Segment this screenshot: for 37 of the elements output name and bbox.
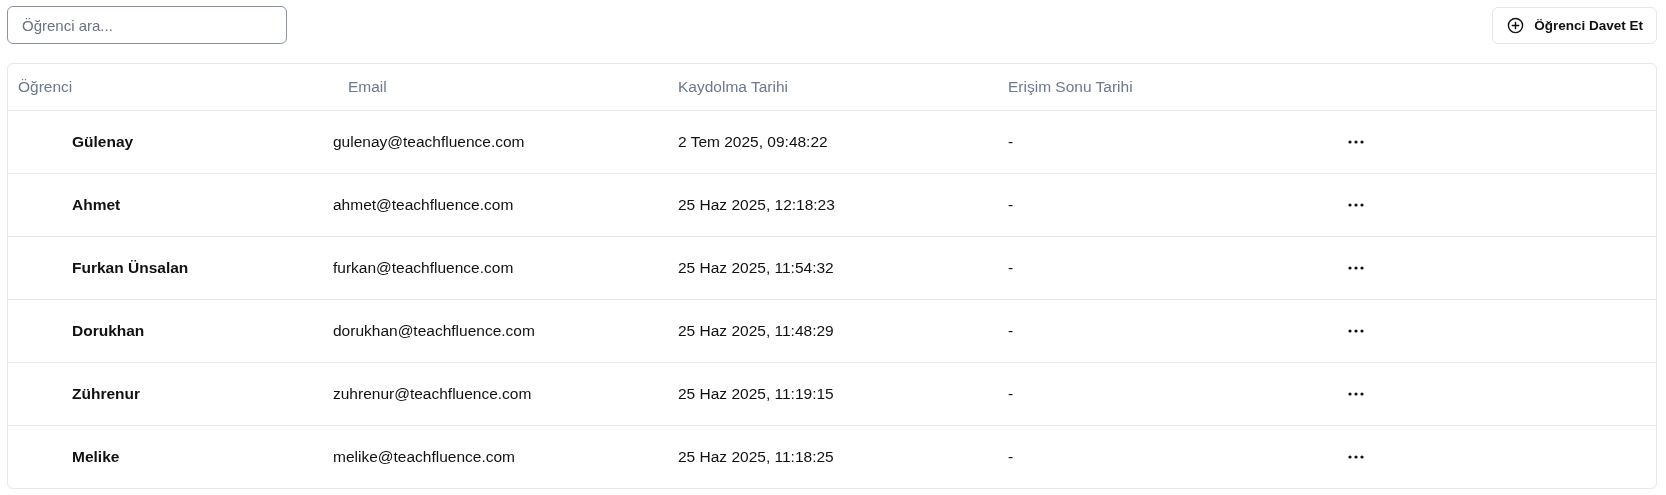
table-cell-text: -	[1007, 133, 1014, 151]
more-icon	[1348, 140, 1364, 144]
table-cell-text: 25 Haz 2025, 11:48:29	[677, 322, 834, 340]
table-cell-text: zuhrenur@teachfluence.com	[332, 385, 532, 403]
table-cell-text: Zührenur	[71, 385, 141, 403]
plus-circle-icon	[1507, 16, 1525, 34]
table-cell-text: Gülenay	[71, 133, 134, 151]
more-icon	[1348, 203, 1364, 207]
more-icon	[1348, 329, 1364, 333]
table-cell-text: 25 Haz 2025, 12:18:23	[677, 196, 835, 214]
table-cell-text: dorukhan@teachfluence.com	[332, 322, 535, 340]
table-cell-text: melike@teachfluence.com	[332, 448, 515, 466]
more-icon	[1348, 455, 1364, 459]
search-field[interactable]: Öğrenci ara...	[7, 6, 287, 44]
table-cell-text: 2 Tem 2025, 09:48:22	[677, 133, 828, 151]
table-cell-text: -	[1007, 259, 1014, 277]
table-cell-text: -	[1007, 322, 1014, 340]
table-cell-text: 25 Haz 2025, 11:19:15	[677, 385, 834, 403]
table-cell-text: -	[1007, 385, 1014, 403]
table-cell-text: -	[1007, 448, 1014, 466]
more-icon	[1348, 266, 1364, 270]
table-cell-text: 25 Haz 2025, 11:18:25	[677, 448, 834, 466]
table-cell-text: 25 Haz 2025, 11:54:32	[677, 259, 834, 277]
table-cell-text: Ahmet	[71, 196, 121, 214]
column-header: Kaydolma Tarihi	[677, 78, 788, 96]
table-cell-text: ahmet@teachfluence.com	[332, 196, 514, 214]
column-header: Öğrenci	[17, 78, 73, 96]
table-cell-text: Melike	[71, 448, 120, 466]
column-header: Email	[347, 78, 387, 96]
table-cell-text: Furkan Ünsalan	[71, 259, 189, 277]
table-cell-text: -	[1007, 196, 1014, 214]
more-icon	[1348, 392, 1364, 396]
table-cell-text: furkan@teachfluence.com	[332, 259, 514, 277]
column-header: Erişim Sonu Tarihi	[1007, 78, 1133, 96]
table-cell-text: gulenay@teachfluence.com	[332, 133, 525, 151]
table-cell-text: Dorukhan	[71, 322, 145, 340]
invite-button[interactable]: Öğrenci Davet Et	[1492, 6, 1657, 44]
